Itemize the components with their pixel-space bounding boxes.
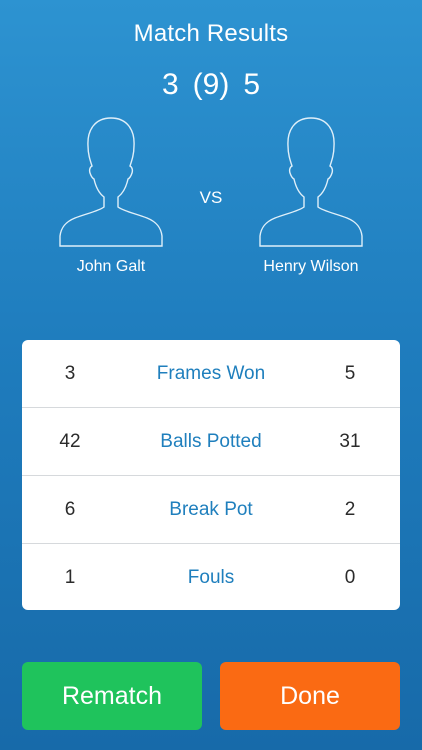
stat-right-value: 2: [344, 498, 356, 520]
score-right: 5: [243, 68, 261, 101]
stat-right-value: 5: [344, 362, 356, 384]
match-score: 3 (9) 5: [0, 68, 422, 102]
stat-left-value: 1: [64, 567, 76, 588]
person-silhouette-icon: [59, 117, 163, 247]
stat-row-break-pot: 6 Break Pot 2: [22, 476, 400, 544]
player-right-name: Henry Wilson: [263, 258, 359, 275]
stat-left-value: 6: [64, 498, 76, 520]
score-left: 3: [161, 68, 179, 101]
stat-row-frames-won: 3 Frames Won 5: [22, 340, 400, 408]
stats-table: 3 Frames Won 5 42 Balls Potted 31 6 Brea…: [22, 340, 400, 610]
stat-left-value: 3: [64, 362, 76, 384]
stat-row-balls-potted: 42 Balls Potted 31: [22, 408, 400, 476]
stat-right-value: 31: [339, 430, 361, 452]
score-frames-total: (9): [192, 68, 230, 101]
player-left-name: John Galt: [76, 258, 146, 275]
stat-left-value: 42: [59, 430, 81, 452]
done-button[interactable]: Done: [220, 662, 400, 730]
stat-row-fouls: 1 Fouls 0: [22, 544, 400, 610]
rematch-button[interactable]: Rematch: [22, 662, 202, 730]
stat-right-value: 0: [344, 567, 356, 588]
page-title: Match Results: [133, 20, 289, 47]
player-right: Henry Wilson: [246, 112, 376, 276]
person-silhouette-icon: [259, 117, 363, 247]
